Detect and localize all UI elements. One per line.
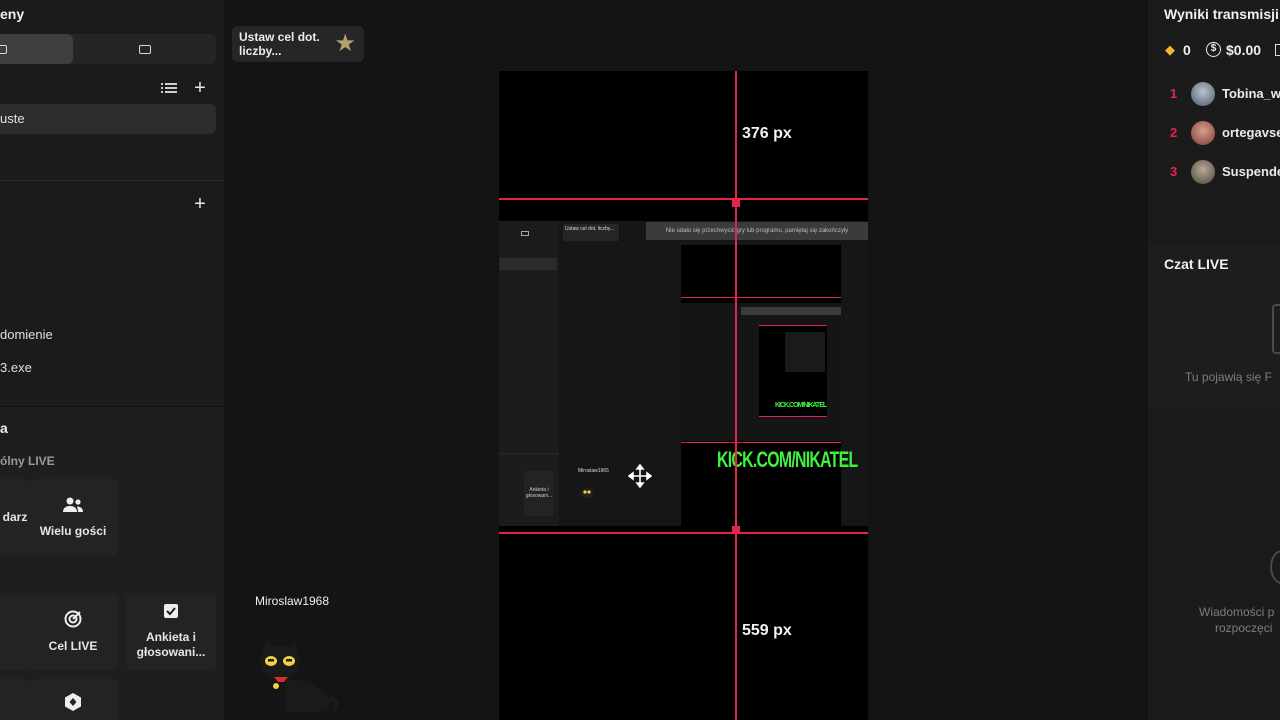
chat-empty-text: Tu pojawią się F — [1185, 370, 1272, 384]
nested-guide — [681, 297, 841, 298]
plus-icon: + — [194, 193, 206, 215]
tile-label: Ankieta i głosowani... — [136, 630, 206, 659]
nested-inner — [785, 332, 825, 372]
chat-title: Czat LIVE — [1164, 256, 1229, 272]
left-panel: eny + uste + domienie 3.exe a ólny LIVE … — [0, 0, 224, 720]
nested-preview: Ustaw cel dot. liczby... Nie udało się p… — [499, 221, 868, 527]
section-subtitle: ólny LIVE — [0, 454, 55, 468]
portrait-icon — [0, 44, 7, 54]
nested-username: Miroslaw1965 — [578, 468, 609, 474]
rank-number: 2 — [1170, 125, 1178, 140]
nested-poll-tile: Ankieta i głosowani... — [524, 471, 554, 516]
tile-partial[interactable] — [0, 679, 30, 720]
bottom-distance-label: 559 px — [742, 622, 792, 639]
guests-icon — [63, 497, 83, 518]
scenes-section: eny + uste + domienie 3.exe — [0, 0, 224, 402]
calendar-tile[interactable]: darz — [0, 479, 30, 556]
tile-label: darz — [2, 510, 28, 524]
more-icon[interactable] — [1275, 44, 1280, 56]
goal-label: Ustaw cel dot. liczby... — [239, 30, 320, 58]
scene-item-label: uste — [0, 111, 25, 126]
nested-video: KICK.COM/NIKATEL — [759, 325, 827, 417]
nested-inner: KICK.COM/NIKATEL — [681, 303, 841, 441]
chat-bubble-icon — [1270, 550, 1280, 584]
move-icon[interactable] — [627, 463, 653, 489]
nested-row — [499, 258, 557, 270]
diamond-icon: ◆ — [1165, 42, 1175, 57]
list-view-icon[interactable] — [159, 78, 179, 98]
landscape-icon — [138, 44, 151, 54]
bottom-guide-line — [499, 532, 868, 534]
right-panel: Wyniki transmisji L ◆ 0 $ $0.00 1 Tobina… — [1148, 0, 1280, 720]
leaderboard-name[interactable]: ortegavse — [1222, 125, 1280, 140]
diamond-count: 0 — [1183, 42, 1191, 58]
tools-section: a ólny LIVE darz Wielu gości Cel LIVE An… — [0, 406, 224, 720]
center-guide-line — [735, 71, 737, 720]
nested-goal-chip: Ustaw cel dot. liczby... — [563, 224, 619, 241]
section-title: a — [0, 420, 8, 436]
resize-handle[interactable] — [732, 199, 740, 207]
kick-url-text: KICK.COM/NIKATEL — [775, 402, 827, 409]
nested-notice-bar: Nie udało się przechwycić gry lub progra… — [646, 222, 868, 240]
section-title: eny — [0, 6, 25, 22]
landscape-icon — [521, 231, 529, 236]
tile-label: Cel LIVE — [48, 638, 98, 653]
messages-empty-line: Wiadomości p — [1199, 605, 1275, 619]
poll-icon — [163, 603, 179, 624]
avatar[interactable] — [1191, 121, 1215, 145]
tile-partial[interactable] — [0, 593, 30, 670]
portrait-option[interactable] — [0, 34, 73, 64]
earnings-value: $0.00 — [1226, 42, 1262, 58]
dollar-icon: $ — [1206, 42, 1221, 57]
live-goal-tile[interactable]: Cel LIVE — [28, 593, 118, 670]
leaderboard-name[interactable]: Suspende — [1222, 164, 1280, 179]
divider — [499, 453, 559, 454]
source-item[interactable]: domienie — [0, 327, 53, 342]
star-icon: ★ — [334, 30, 356, 57]
gift-icon — [1272, 304, 1280, 354]
messages-empty-line: rozpoczęci — [1215, 621, 1273, 635]
add-scene-button[interactable]: + — [190, 78, 210, 98]
kick-url-text: KICK.COM/NIKATEL — [717, 447, 858, 472]
cat-mascot-icon — [256, 640, 342, 719]
diamond-badge-tile[interactable] — [28, 679, 118, 720]
orientation-toggle[interactable] — [0, 34, 216, 64]
landscape-option[interactable] — [73, 34, 216, 64]
tile-label: Wielu gości — [39, 523, 107, 538]
source-item[interactable]: 3.exe — [0, 360, 32, 375]
live-chat-section: Czat LIVE Tu pojawią się F — [1148, 244, 1280, 408]
resize-handle[interactable] — [732, 526, 740, 534]
top-distance-label: 376 px — [742, 125, 792, 142]
nested-video: KICK.COM/NIKATEL KICK.COM/NIKATEL — [681, 245, 858, 527]
target-icon — [64, 610, 82, 633]
rank-number: 1 — [1170, 86, 1178, 101]
scene-item-selected[interactable]: uste — [0, 104, 216, 134]
overlay-username: Miroslaw1968 — [255, 594, 330, 608]
add-source-button[interactable]: + — [190, 194, 210, 214]
poll-tile[interactable]: Ankieta i głosowani... — [126, 593, 216, 670]
live-results-section: Wyniki transmisji L ◆ 0 $ $0.00 1 Tobina… — [1148, 0, 1280, 236]
messages-section: Wiadomości p rozpoczęci — [1148, 410, 1280, 720]
stream-preview-canvas[interactable]: 376 px Ustaw cel dot. liczby... Nie udał… — [499, 71, 868, 720]
set-goal-chip[interactable]: Ustaw cel dot. liczby... ★ — [232, 26, 364, 62]
leaderboard-name[interactable]: Tobina_w — [1222, 86, 1280, 101]
top-guide-line — [499, 198, 868, 200]
divider — [0, 180, 224, 181]
nested-guide — [681, 442, 841, 443]
cat-mascot-icon — [579, 486, 593, 498]
avatar[interactable] — [1191, 160, 1215, 184]
plus-icon: + — [194, 77, 206, 99]
avatar[interactable] — [1191, 82, 1215, 106]
diamond-badge-icon — [64, 692, 82, 717]
multi-guest-tile[interactable]: Wielu gości — [28, 479, 118, 556]
results-title: Wyniki transmisji L — [1164, 6, 1280, 22]
rank-number: 3 — [1170, 164, 1178, 179]
nested-notice-bar — [741, 307, 841, 315]
